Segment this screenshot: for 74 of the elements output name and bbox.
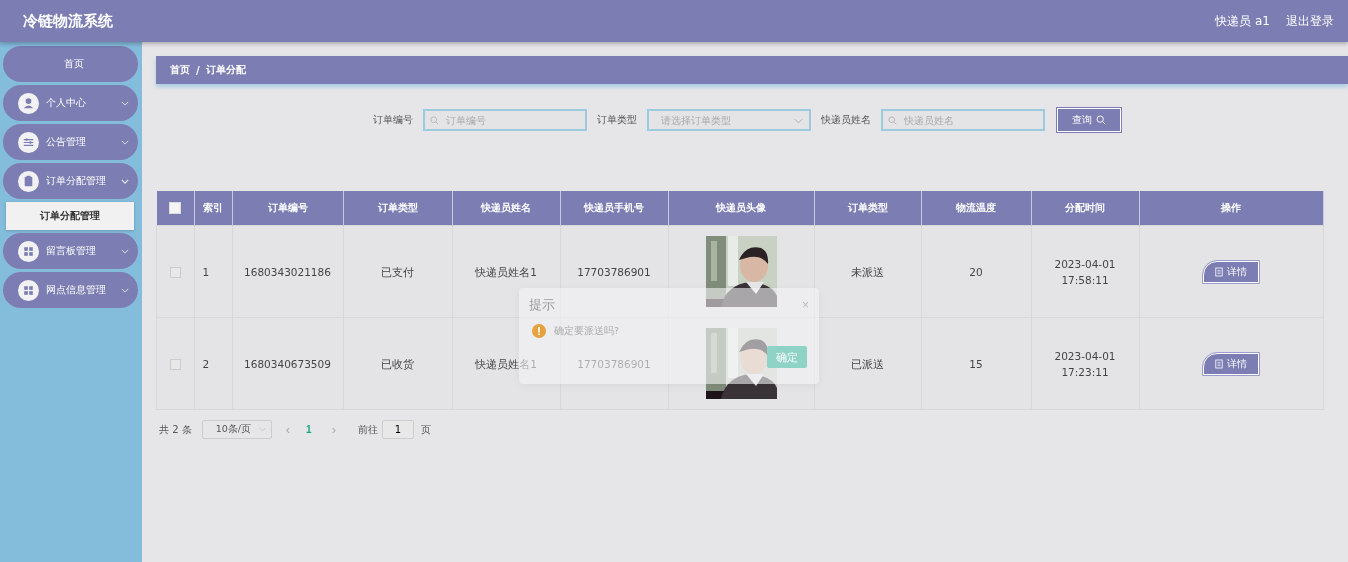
search-icon xyxy=(1096,114,1106,125)
table-cell: 已派送 xyxy=(851,357,884,370)
goto-page-field[interactable]: 1 xyxy=(382,420,414,439)
column-header: 分配时间 xyxy=(1065,202,1105,213)
column-header: 订单类型 xyxy=(377,202,418,213)
nav-item[interactable]: 订单分配管理 xyxy=(3,163,138,199)
detail-button[interactable]: 详情 xyxy=(1203,260,1260,283)
chevron-icon xyxy=(121,287,129,293)
page-number[interactable]: 1 xyxy=(300,424,318,435)
table-cell: 17703786901 xyxy=(577,265,651,278)
clipboard-icon xyxy=(18,170,39,192)
table-cell: 快递员姓名1 xyxy=(475,265,537,278)
nav-item[interactable]: 首页 xyxy=(3,46,138,82)
column-header: 快递员头像 xyxy=(716,202,766,213)
row-checkbox[interactable] xyxy=(169,267,181,278)
column-header: 操作 xyxy=(1221,202,1242,213)
column-header: 订单类型 xyxy=(847,202,888,213)
total-count: 共 2 条 xyxy=(159,422,192,437)
user-icon xyxy=(18,92,39,114)
search-icon xyxy=(430,115,439,125)
table-cell: 20 xyxy=(969,265,983,278)
document-icon xyxy=(1215,358,1224,369)
column-header: 物流温度 xyxy=(956,202,996,213)
table-cell: 未派送 xyxy=(851,265,884,278)
warning-icon xyxy=(532,324,546,338)
field-label: 快递员姓名 xyxy=(821,112,871,127)
field-label: 订单类型 xyxy=(597,112,637,127)
page-size-select[interactable]: 10条/页 xyxy=(201,420,272,439)
goto-label: 前往 xyxy=(358,422,378,437)
field-label: 订单编号 xyxy=(373,112,413,127)
column-header: 快递员姓名 xyxy=(481,202,531,213)
search-button[interactable]: 查询 xyxy=(1057,107,1121,132)
table-cell: 15 xyxy=(969,357,983,370)
detail-button[interactable]: 详情 xyxy=(1203,352,1260,375)
select-all-checkbox[interactable] xyxy=(169,202,181,214)
next-page-button[interactable]: › xyxy=(331,422,336,437)
breadcrumb-link[interactable]: 订单分配 xyxy=(205,63,246,77)
caret-icon xyxy=(794,117,803,124)
user-name: 快递员 a1 xyxy=(1215,12,1270,30)
document-icon xyxy=(1215,266,1224,277)
page-unit: 页 xyxy=(421,422,431,437)
table-cell: 已收货 xyxy=(381,357,414,370)
logout-link[interactable]: 退出登录 xyxy=(1286,12,1334,30)
table-cell: 2023-04-01 17:23:11 xyxy=(1054,349,1116,378)
table-cell: 快递员姓名1 xyxy=(475,357,537,370)
chevron-icon xyxy=(121,178,129,184)
column-header: 快递员手机号 xyxy=(584,202,644,213)
table-cell: 17703786901 xyxy=(577,357,651,370)
sliders-icon xyxy=(18,131,39,153)
column-header: 索引 xyxy=(203,202,223,213)
dialog-title: 提示 xyxy=(529,296,555,314)
table-cell: 2 xyxy=(202,357,210,370)
nav-item[interactable]: 网点信息管理 xyxy=(3,272,138,308)
row-checkbox[interactable] xyxy=(169,359,181,370)
search-icon xyxy=(888,115,897,125)
table-cell: 1680343021186 xyxy=(244,265,331,278)
chevron-icon xyxy=(121,248,129,254)
breadcrumb-link[interactable]: 首页 xyxy=(170,63,190,77)
submenu-item[interactable]: 订单分配管理 xyxy=(6,202,134,230)
table-cell: 1680340673509 xyxy=(244,357,331,370)
chevron-icon xyxy=(121,139,129,145)
dialog-message: 确定要派送吗? xyxy=(554,324,620,338)
nav-item[interactable]: 个人中心 xyxy=(3,85,138,121)
nav-item[interactable]: 留言板管理 xyxy=(3,233,138,269)
breadcrumb-separator: / xyxy=(196,64,200,76)
grid-icon xyxy=(18,279,39,301)
table-cell: 2023-04-01 17:58:11 xyxy=(1054,257,1116,286)
grid-icon xyxy=(18,240,39,262)
table-cell: 1 xyxy=(202,265,210,278)
nav-item[interactable]: 公告管理 xyxy=(3,124,138,160)
column-header: 订单编号 xyxy=(267,202,308,213)
table-cell: 已支付 xyxy=(381,265,414,278)
app-title: 冷链物流系统 xyxy=(23,11,113,31)
chevron-icon xyxy=(121,100,129,106)
